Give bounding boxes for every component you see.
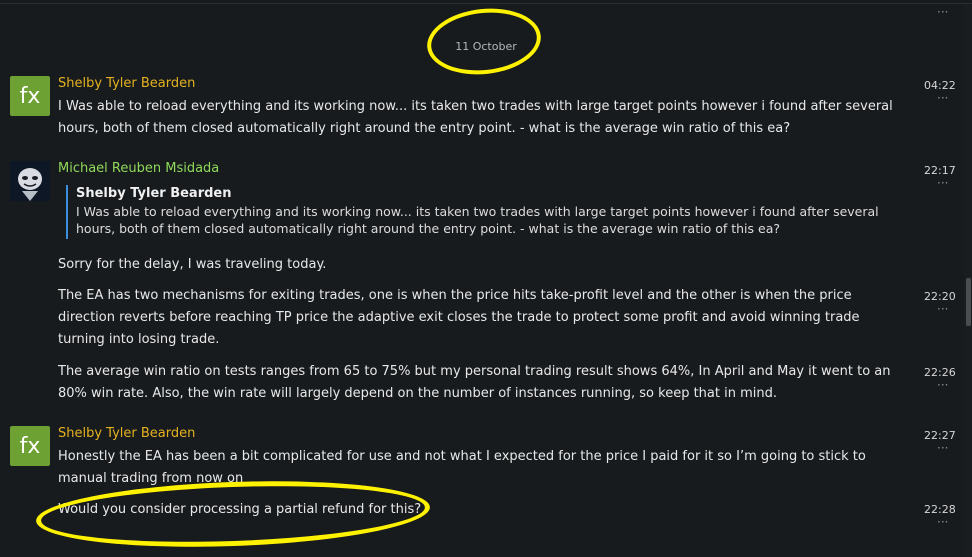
- avatar[interactable]: [10, 161, 50, 201]
- fx-avatar-text: fx: [19, 433, 41, 459]
- scrollbar-thumb[interactable]: [966, 278, 971, 326]
- avatar[interactable]: fx: [10, 426, 50, 466]
- quote-author: Shelby Tyler Bearden: [76, 186, 232, 201]
- more-options-icon[interactable]: ···: [937, 441, 948, 455]
- avatar[interactable]: fx: [10, 76, 50, 116]
- message-text: Sorry for the delay, I was traveling tod…: [58, 257, 327, 272]
- date-separator: 11 October: [455, 40, 517, 53]
- more-options-icon[interactable]: ···: [937, 515, 948, 529]
- message-text: The average win ratio on tests ranges fr…: [58, 364, 891, 401]
- more-options-icon[interactable]: ···: [937, 5, 948, 19]
- face-avatar-icon: [10, 161, 50, 201]
- quote-text: I Was able to reload everything and its …: [76, 204, 879, 236]
- message-author[interactable]: Shelby Tyler Bearden: [58, 76, 195, 91]
- message-text: The EA has two mechanisms for exiting tr…: [58, 288, 860, 347]
- quoted-message[interactable]: Shelby Tyler Bearden I Was able to reloa…: [66, 185, 896, 239]
- top-divider: [0, 0, 972, 4]
- message-text: Honestly the EA has been a bit complicat…: [58, 449, 866, 486]
- more-options-icon[interactable]: ···: [937, 91, 948, 105]
- message-author[interactable]: Shelby Tyler Bearden: [58, 426, 195, 441]
- more-options-icon[interactable]: ···: [937, 378, 948, 392]
- fx-avatar-text: fx: [19, 83, 41, 109]
- message-text: Would you consider processing a partial …: [58, 502, 422, 517]
- more-options-icon[interactable]: ···: [937, 302, 948, 316]
- message-text: I Was able to reload everything and its …: [58, 99, 893, 136]
- more-options-icon[interactable]: ···: [937, 176, 948, 190]
- message-author[interactable]: Michael Reuben Msidada: [58, 161, 219, 176]
